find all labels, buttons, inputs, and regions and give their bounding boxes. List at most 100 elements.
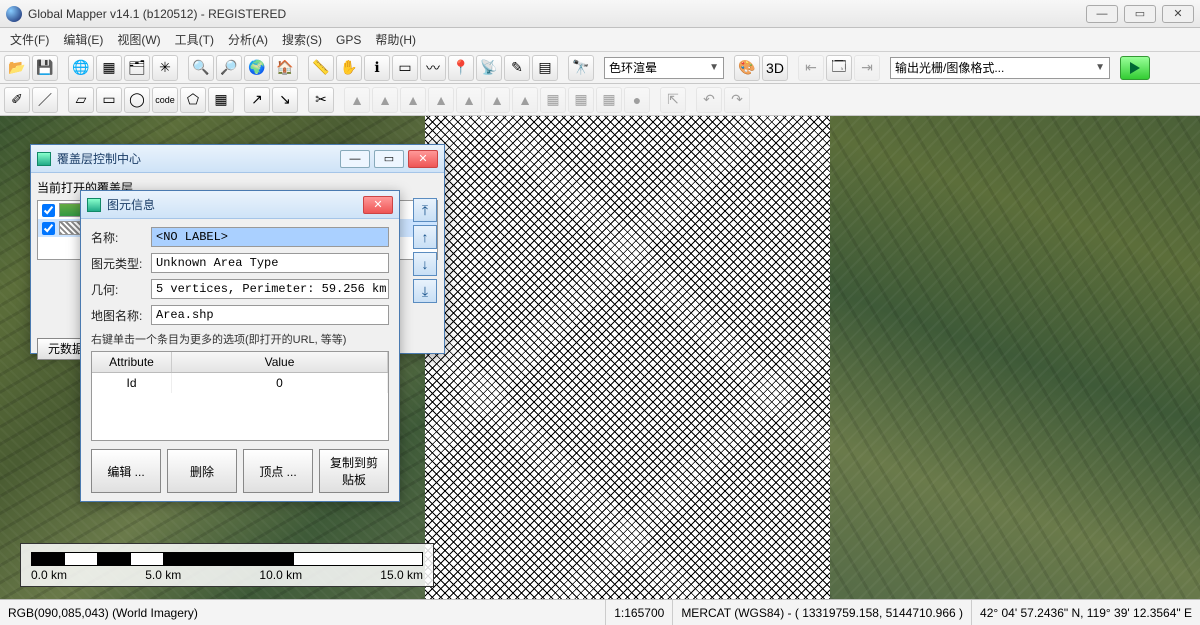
layers-icon[interactable]: ▦ [96, 55, 122, 81]
menu-tools[interactable]: 工具(T) [169, 29, 220, 50]
dig-circle-icon[interactable]: ◯ [124, 87, 150, 113]
layer-thumb-icon [59, 221, 81, 235]
layer-thumb-icon [59, 203, 81, 217]
dig-d6-icon: ▲ [484, 87, 510, 113]
export-select[interactable]: 输出光栅/图像格式...▼ [890, 57, 1110, 79]
zoom-full-icon[interactable]: 🌍 [244, 55, 270, 81]
feature-info-dialog: 图元信息 ✕ 名称: <NO LABEL> 图元类型: Unknown Area… [80, 190, 400, 502]
scale-1: 5.0 km [145, 568, 181, 582]
window-icon[interactable]: 🗔 [826, 55, 852, 81]
antenna-icon[interactable]: 📡 [476, 55, 502, 81]
config-icon[interactable]: 🗂 [124, 55, 150, 81]
info-icon[interactable]: ℹ [364, 55, 390, 81]
overlay-panel-title[interactable]: 覆盖层控制中心 — ▭ ✕ [31, 145, 444, 173]
dig-d8-icon: ▦ [540, 87, 566, 113]
open-icon[interactable]: 📂 [4, 55, 30, 81]
dig-d10-icon: ▦ [596, 87, 622, 113]
menu-help[interactable]: 帮助(H) [369, 29, 422, 50]
geom-label: 几何: [91, 281, 151, 298]
dig-rect-icon[interactable]: ▭ [96, 87, 122, 113]
next-icon: ⇥ [854, 55, 880, 81]
globe-icon[interactable]: 🌐 [68, 55, 94, 81]
marker-icon[interactable]: 📍 [448, 55, 474, 81]
layer-checkbox[interactable] [42, 204, 55, 217]
type-field[interactable]: Unknown Area Type [151, 253, 389, 273]
dig-d5-icon: ▲ [456, 87, 482, 113]
dig-t1-icon[interactable]: ↗ [244, 87, 270, 113]
edit-button[interactable]: 编辑 ... [91, 449, 161, 493]
menu-edit[interactable]: 编辑(E) [57, 29, 109, 50]
overlay-min-button[interactable]: — [340, 150, 370, 168]
move-top-button[interactable]: ⤒ [413, 198, 437, 222]
imagery-right [830, 116, 1200, 599]
overlay-close-button[interactable]: ✕ [408, 150, 438, 168]
grid-cell-val: 0 [172, 373, 388, 393]
grid-cell-attr: Id [92, 373, 172, 393]
dig-area-icon[interactable]: ▱ [68, 87, 94, 113]
selected-area-hatch [425, 116, 830, 599]
geom-field[interactable]: 5 vertices, Perimeter: 59.256 km, Ar [151, 279, 389, 299]
3d-icon[interactable]: 3D [762, 55, 788, 81]
dig-d3-icon: ▲ [400, 87, 426, 113]
overlay-panel-icon [37, 152, 51, 166]
map-field[interactable]: Area.shp [151, 305, 389, 325]
move-down-button[interactable]: ↓ [413, 252, 437, 276]
dig-line-icon[interactable]: ／ [32, 87, 58, 113]
dig-code-icon[interactable]: code [152, 87, 178, 113]
redo-icon: ↷ [724, 87, 750, 113]
overlay-panel-title-text: 覆盖层控制中心 [57, 150, 334, 167]
palette-icon[interactable]: 🎨 [734, 55, 760, 81]
minimize-button[interactable]: — [1086, 5, 1118, 23]
save-icon[interactable]: 💾 [32, 55, 58, 81]
feature-dialog-title[interactable]: 图元信息 ✕ [81, 191, 399, 219]
home-icon[interactable]: 🏠 [272, 55, 298, 81]
grid-col-attribute[interactable]: Attribute [92, 352, 172, 372]
prev-icon: ⇤ [798, 55, 824, 81]
pan-icon[interactable]: ✋ [336, 55, 362, 81]
dig-d12-icon: ⇱ [660, 87, 686, 113]
edit-icon[interactable]: ✎ [504, 55, 530, 81]
menu-view[interactable]: 视图(W) [111, 29, 166, 50]
dig-t2-icon[interactable]: ↘ [272, 87, 298, 113]
close-button[interactable]: ✕ [1162, 5, 1194, 23]
dig-d9-icon: ▦ [568, 87, 594, 113]
tool-icon[interactable]: ✳ [152, 55, 178, 81]
run-button[interactable] [1120, 56, 1150, 80]
overlay-arrow-stack: ⤒ ↑ ↓ ⤓ [413, 198, 437, 306]
overlay-max-button[interactable]: ▭ [374, 150, 404, 168]
shader-select[interactable]: 色环渲晕▼ [604, 57, 724, 79]
dig-point-icon[interactable]: ✐ [4, 87, 30, 113]
dig-d4-icon: ▲ [428, 87, 454, 113]
grid-icon[interactable]: ▤ [532, 55, 558, 81]
grid-col-value[interactable]: Value [172, 352, 388, 372]
dig-poly-icon[interactable]: ⬠ [180, 87, 206, 113]
find-icon[interactable]: 🔭 [568, 55, 594, 81]
feature-close-button[interactable]: ✕ [363, 196, 393, 214]
zoom-in-icon[interactable]: 🔍 [188, 55, 214, 81]
delete-button[interactable]: 删除 [167, 449, 237, 493]
zoom-out-icon[interactable]: 🔎 [216, 55, 242, 81]
layer-checkbox[interactable] [42, 222, 55, 235]
dig-grid-icon[interactable]: ▦ [208, 87, 234, 113]
status-scale: 1:165700 [606, 600, 673, 625]
name-field[interactable]: <NO LABEL> [151, 227, 389, 247]
vertex-button[interactable]: 顶点 ... [243, 449, 313, 493]
grid-row[interactable]: Id 0 [92, 373, 388, 393]
measure-icon[interactable]: 📏 [308, 55, 334, 81]
menu-bar: 文件(F) 编辑(E) 视图(W) 工具(T) 分析(A) 搜索(S) GPS … [0, 28, 1200, 52]
undo-icon: ↶ [696, 87, 722, 113]
dig-d11-icon: ● [624, 87, 650, 113]
menu-search[interactable]: 搜索(S) [276, 29, 328, 50]
move-up-button[interactable]: ↑ [413, 225, 437, 249]
path-icon[interactable]: 〰 [420, 55, 446, 81]
move-bottom-button[interactable]: ⤓ [413, 279, 437, 303]
status-rgb: RGB(090,085,043) (World Imagery) [0, 600, 606, 625]
menu-analysis[interactable]: 分析(A) [222, 29, 274, 50]
select-icon[interactable]: ▭ [392, 55, 418, 81]
maximize-button[interactable]: ▭ [1124, 5, 1156, 23]
copy-clipboard-button[interactable]: 复制到剪贴板 [319, 449, 389, 493]
attribute-grid[interactable]: Attribute Value Id 0 [91, 351, 389, 441]
menu-file[interactable]: 文件(F) [4, 29, 55, 50]
menu-gps[interactable]: GPS [330, 31, 367, 49]
dig-t3-icon[interactable]: ✂ [308, 87, 334, 113]
